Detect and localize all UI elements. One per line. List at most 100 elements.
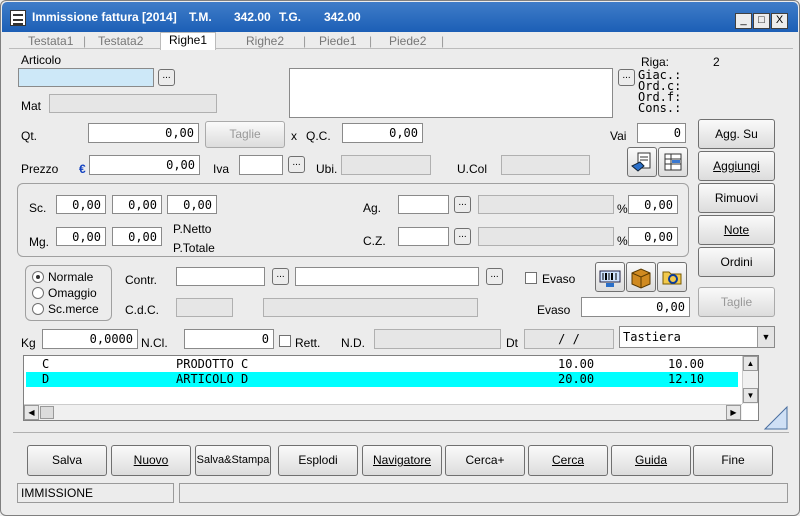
taglie-qt-button[interactable]: Taglie xyxy=(205,121,285,148)
ag-description-field xyxy=(478,195,614,214)
close-button[interactable]: X xyxy=(771,13,788,29)
row-price: 12.10 xyxy=(668,372,705,386)
radio-normale[interactable] xyxy=(32,271,44,283)
iva-lookup-button[interactable]: ... xyxy=(288,156,305,173)
ordini-button[interactable]: Ordini xyxy=(698,247,775,277)
esplodi-button[interactable]: Esplodi xyxy=(278,445,358,476)
iva-label: Iva xyxy=(213,162,230,176)
hand-document-icon[interactable] xyxy=(627,147,657,177)
qt-label: Qt. xyxy=(21,129,38,143)
table-row-selected[interactable]: D ARTICOLO D 20.00 12.10 xyxy=(26,372,738,387)
vai-input[interactable]: 0 xyxy=(637,123,686,143)
contr-description-lookup-button[interactable]: ... xyxy=(486,268,503,285)
scroll-up-arrow-icon[interactable]: ▲ xyxy=(743,356,758,371)
ncl-input[interactable]: 0 xyxy=(184,329,274,349)
sc2-input[interactable]: 0,00 xyxy=(112,195,162,214)
articolo-lookup-button[interactable]: ... xyxy=(158,69,175,86)
divider xyxy=(13,432,789,433)
scroll-thumb[interactable] xyxy=(40,406,54,419)
table-view-icon[interactable] xyxy=(658,147,688,177)
agg-su-button[interactable]: Agg. Su xyxy=(698,119,775,149)
prezzo-input[interactable]: 0,00 xyxy=(89,155,200,175)
tg-value: 342.00 xyxy=(324,10,361,24)
iva-input[interactable] xyxy=(239,155,283,175)
cz-lookup-button[interactable]: ... xyxy=(454,228,471,245)
cerca-plus-button[interactable]: Cerca+ xyxy=(445,445,525,476)
grid-horizontal-scrollbar[interactable]: ◀ ▶ xyxy=(24,404,742,420)
row-description: PRODOTTO C xyxy=(176,357,249,371)
tm-label: T.M. xyxy=(189,10,212,24)
description-lookup-button[interactable]: ... xyxy=(618,69,635,86)
radio-scmerce[interactable] xyxy=(32,303,44,315)
folder-refresh-icon[interactable] xyxy=(657,262,687,292)
aggiungi-button[interactable]: Aggiungi xyxy=(698,151,775,181)
taglie-button[interactable]: Taglie xyxy=(698,287,775,317)
ag-lookup-button[interactable]: ... xyxy=(454,196,471,213)
x-label: x xyxy=(291,129,297,143)
ubi-field xyxy=(341,155,431,175)
riga-label: Riga: xyxy=(641,55,670,69)
minimize-button[interactable]: _ xyxy=(735,13,752,29)
tg-label: T.G. xyxy=(279,10,302,24)
cz-input[interactable] xyxy=(398,227,449,246)
fine-button[interactable]: Fine xyxy=(693,445,773,476)
guida-button[interactable]: Guida xyxy=(611,445,691,476)
note-button[interactable]: Note xyxy=(698,215,775,245)
cdc-label: C.d.C. xyxy=(125,303,160,317)
cz-label: C.Z. xyxy=(363,234,386,248)
cerca-button[interactable]: Cerca xyxy=(528,445,608,476)
mg1-input[interactable]: 0,00 xyxy=(56,227,106,246)
ucol-label: U.Col xyxy=(457,162,488,176)
tab-testata1[interactable]: Testata1 xyxy=(28,34,73,50)
tm-value: 342.00 xyxy=(234,10,271,24)
cz-percent-input[interactable]: 0,00 xyxy=(628,227,678,246)
ag-input[interactable] xyxy=(398,195,449,214)
evaso-checkbox[interactable] xyxy=(525,272,537,284)
ubi-label: Ubi. xyxy=(316,162,338,176)
tab-testata2[interactable]: Testata2 xyxy=(98,34,143,50)
contr-description-input[interactable] xyxy=(295,267,479,286)
contr-lookup-button[interactable]: ... xyxy=(272,268,289,285)
sc1-input[interactable]: 0,00 xyxy=(56,195,106,214)
scroll-left-arrow-icon[interactable]: ◀ xyxy=(24,405,39,420)
rows-grid[interactable]: C PRODOTTO C 10.00 10.00 D ARTICOLO D 20… xyxy=(23,355,759,421)
application-window: Immissione fattura [2014] T.M. 342.00 T.… xyxy=(0,0,800,516)
tab-righe1[interactable]: Righe1 xyxy=(160,32,217,50)
kg-input[interactable]: 0,0000 xyxy=(42,329,138,349)
vai-label: Vai xyxy=(610,129,627,143)
chevron-down-icon[interactable]: ▼ xyxy=(757,327,774,347)
mg2-input[interactable]: 0,00 xyxy=(112,227,162,246)
salva-button[interactable]: Salva xyxy=(27,445,107,476)
status-message xyxy=(179,483,788,503)
tab-piede2[interactable]: Piede2 xyxy=(389,34,426,50)
evaso-input[interactable]: 0,00 xyxy=(581,297,690,317)
tab-piede1[interactable]: Piede1 xyxy=(319,34,356,50)
articolo-input[interactable] xyxy=(18,68,154,87)
rett-checkbox[interactable] xyxy=(279,335,291,347)
rimuovi-button[interactable]: Rimuovi xyxy=(698,183,775,213)
radio-omaggio[interactable] xyxy=(32,287,44,299)
article-description-field[interactable] xyxy=(289,68,613,118)
ag-percent-input[interactable]: 0,00 xyxy=(628,195,678,214)
package-box-icon[interactable] xyxy=(626,262,656,292)
qt-input[interactable]: 0,00 xyxy=(88,123,199,143)
navigatore-button[interactable]: Navigatore xyxy=(362,445,442,476)
prezzo-label: Prezzo xyxy=(21,162,59,176)
qc-input[interactable]: 0,00 xyxy=(342,123,423,143)
tab-separator: | xyxy=(441,34,445,48)
input-mode-value: Tastiera xyxy=(623,330,681,344)
tab-righe2[interactable]: Righe2 xyxy=(246,34,284,50)
grid-vertical-scrollbar[interactable]: ▲ ▼ xyxy=(742,356,758,404)
scroll-down-arrow-icon[interactable]: ▼ xyxy=(743,388,758,403)
table-row[interactable]: C PRODOTTO C 10.00 10.00 xyxy=(26,357,738,372)
maximize-button[interactable]: □ xyxy=(753,13,770,29)
corner-resize-icon[interactable] xyxy=(763,405,789,431)
contr-input[interactable] xyxy=(176,267,265,286)
nuovo-button[interactable]: Nuovo xyxy=(111,445,191,476)
input-mode-select[interactable]: Tastiera xyxy=(619,326,775,348)
barcode-scanner-icon[interactable] xyxy=(595,262,625,292)
salva-stampa-button[interactable]: Salva&Stampa xyxy=(195,445,271,476)
tab-separator: | xyxy=(83,34,87,48)
sc3-input[interactable]: 0,00 xyxy=(167,195,217,214)
scroll-right-arrow-icon[interactable]: ▶ xyxy=(726,405,741,420)
